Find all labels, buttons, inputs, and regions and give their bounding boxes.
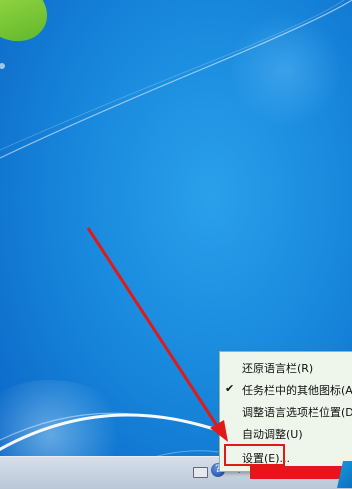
annotation-arrow bbox=[86, 227, 228, 442]
